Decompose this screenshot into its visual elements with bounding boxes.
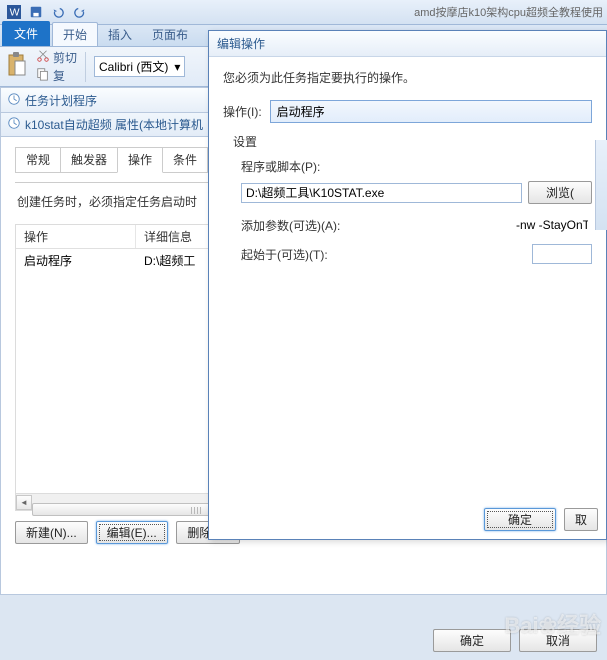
operation-label: 操作(I): xyxy=(223,103,262,120)
settings-label: 设置 xyxy=(233,133,592,150)
new-button[interactable]: 新建(N)... xyxy=(15,521,88,544)
cut-label: 剪切 xyxy=(53,49,77,66)
chevron-down-icon: ▾ xyxy=(174,60,180,74)
program-label: 程序或脚本(P): xyxy=(241,158,592,175)
font-selector[interactable]: Calibri (西文)▾ xyxy=(94,56,185,77)
side-strip xyxy=(595,140,607,230)
app-title: amd按摩店k10架构cpu超频全教程使用 xyxy=(414,4,603,20)
edit-action-dialog: 编辑操作 您必须为此任务指定要执行的操作。 操作(I): 启动程序 设置 程序或… xyxy=(208,30,607,540)
args-input[interactable] xyxy=(512,216,592,234)
dialog-message: 您必须为此任务指定要执行的操作。 xyxy=(223,69,592,86)
clock-icon xyxy=(7,92,21,109)
tab-triggers[interactable]: 触发器 xyxy=(60,147,118,173)
tab-insert[interactable]: 插入 xyxy=(98,23,142,46)
svg-text:W: W xyxy=(10,7,20,19)
tab-general[interactable]: 常规 xyxy=(15,147,61,173)
startin-label: 起始于(可选)(T): xyxy=(241,246,328,263)
paste-icon[interactable] xyxy=(6,51,28,82)
save-icon[interactable] xyxy=(26,3,46,21)
cut-icon[interactable] xyxy=(36,49,50,66)
col-action[interactable]: 操作 xyxy=(16,225,136,248)
cancel-button[interactable]: 取消 xyxy=(519,629,597,652)
dialog-ok-button[interactable]: 确定 xyxy=(484,508,556,531)
task-scheduler-title: 任务计划程序 xyxy=(25,92,97,109)
startin-input[interactable] xyxy=(532,244,592,264)
tab-layout[interactable]: 页面布 xyxy=(142,23,198,46)
copy-icon[interactable] xyxy=(36,67,50,84)
redo-icon[interactable] xyxy=(70,3,90,21)
dialog-title: 编辑操作 xyxy=(209,31,606,57)
operation-combo[interactable]: 启动程序 xyxy=(270,100,592,123)
dialog-cancel-button[interactable]: 取 xyxy=(564,508,598,531)
word-app-icon: W xyxy=(4,3,24,21)
main-footer: 确定 取消 xyxy=(433,629,597,652)
args-label: 添加参数(可选)(A): xyxy=(241,217,340,234)
edit-button[interactable]: 编辑(E)... xyxy=(96,521,168,544)
browse-button[interactable]: 浏览( xyxy=(528,181,592,204)
clock-icon xyxy=(7,116,21,133)
ok-button[interactable]: 确定 xyxy=(433,629,511,652)
cell-action: 启动程序 xyxy=(16,249,136,272)
copy-label: 复 xyxy=(53,67,65,84)
program-input[interactable] xyxy=(241,183,522,203)
undo-icon[interactable] xyxy=(48,3,68,21)
tab-conditions[interactable]: 条件 xyxy=(162,147,208,173)
tab-file[interactable]: 文件 xyxy=(2,21,50,46)
tab-home[interactable]: 开始 xyxy=(52,22,98,46)
properties-title: k10stat自动超频 属性(本地计算机 xyxy=(25,116,203,133)
quick-access-toolbar: W xyxy=(0,3,90,21)
tab-actions[interactable]: 操作 xyxy=(117,147,163,173)
scroll-left-icon[interactable]: ◄ xyxy=(16,495,32,510)
clipboard-group: 剪切 复 xyxy=(36,49,77,84)
